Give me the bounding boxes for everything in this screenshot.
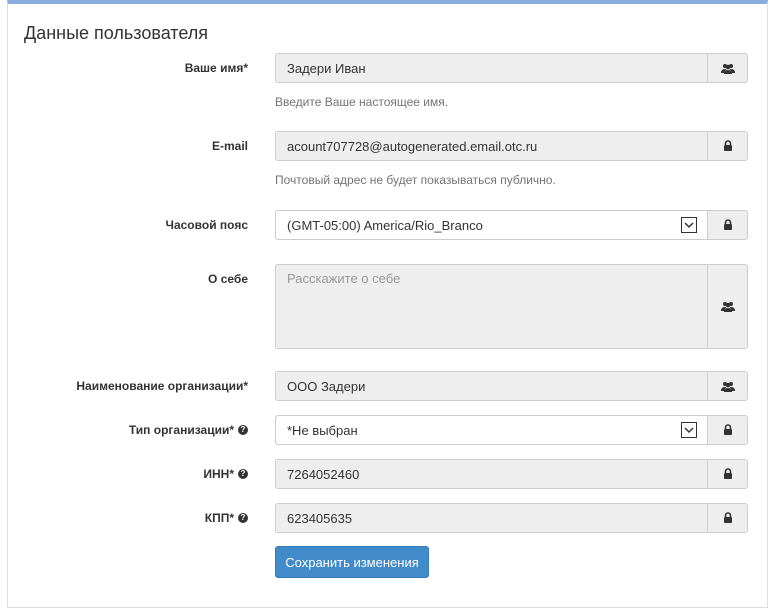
kpp-input[interactable]: 623405635 [276,504,707,532]
name-input[interactable]: Задери Иван [276,54,707,82]
users-icon-svg [720,63,735,74]
org-name-input-group: ООО Задери [275,371,748,401]
name-label: Ваше имя* [184,61,248,75]
about-textarea[interactable]: Расскажите о себе [276,265,707,348]
org-type-label: Тип организации* ? [129,423,248,437]
timezone-input-group: (GMT-05:00) America/Rio_Branco [275,210,748,240]
save-button[interactable]: Сохранить изменения [275,546,429,578]
kpp-label: КПП* ? [205,511,248,525]
org-type-input-group: *Не выбран [275,415,748,445]
lock-icon-svg [723,219,732,230]
users-icon-svg [720,381,735,392]
users-icon[interactable] [707,372,747,400]
lock-icon-svg [723,468,732,479]
lock-icon-svg [723,424,732,435]
name-hint: Введите Ваше настоящее имя. [275,95,449,109]
lock-icon [707,132,747,160]
timezone-label: Часовой пояс [165,218,248,232]
users-icon-svg [720,302,735,312]
email-label: E-mail [211,139,248,153]
lock-icon [707,211,747,239]
question-icon[interactable]: ? [238,513,248,523]
users-icon[interactable] [707,54,747,82]
lock-icon [707,416,747,444]
about-input-group: Расскажите о себе [275,264,748,349]
kpp-input-group: 623405635 [275,503,748,533]
lock-icon-svg [723,140,732,151]
timezone-select[interactable]: (GMT-05:00) America/Rio_Branco [276,211,707,239]
chevron-down-icon[interactable] [681,217,697,233]
chevron-svg [684,221,694,228]
about-label: О себе [208,272,248,286]
org-name-label: Наименование организации* [76,379,248,393]
page-title: Данные пользователя [24,23,209,43]
name-input-group: Задери Иван [275,53,748,83]
chevron-down-icon[interactable] [681,422,697,438]
inn-label: ИНН* ? [203,467,248,481]
email-input-group: acount707728@autogenerated.email.otc.ru [275,131,748,161]
inn-input[interactable]: 7264052460 [276,460,707,488]
org-type-select[interactable]: *Не выбран [276,416,707,444]
question-icon[interactable]: ? [238,469,248,479]
lock-icon [707,460,747,488]
question-icon[interactable]: ? [238,425,248,435]
users-icon[interactable] [707,265,747,348]
email-hint: Почтовый адрес не будет показываться пуб… [275,173,556,187]
email-input[interactable]: acount707728@autogenerated.email.otc.ru [276,132,707,160]
org-name-input[interactable]: ООО Задери [276,372,707,400]
inn-input-group: 7264052460 [275,459,748,489]
chevron-svg [684,426,694,433]
lock-icon [707,504,747,532]
lock-icon-svg [723,512,732,523]
